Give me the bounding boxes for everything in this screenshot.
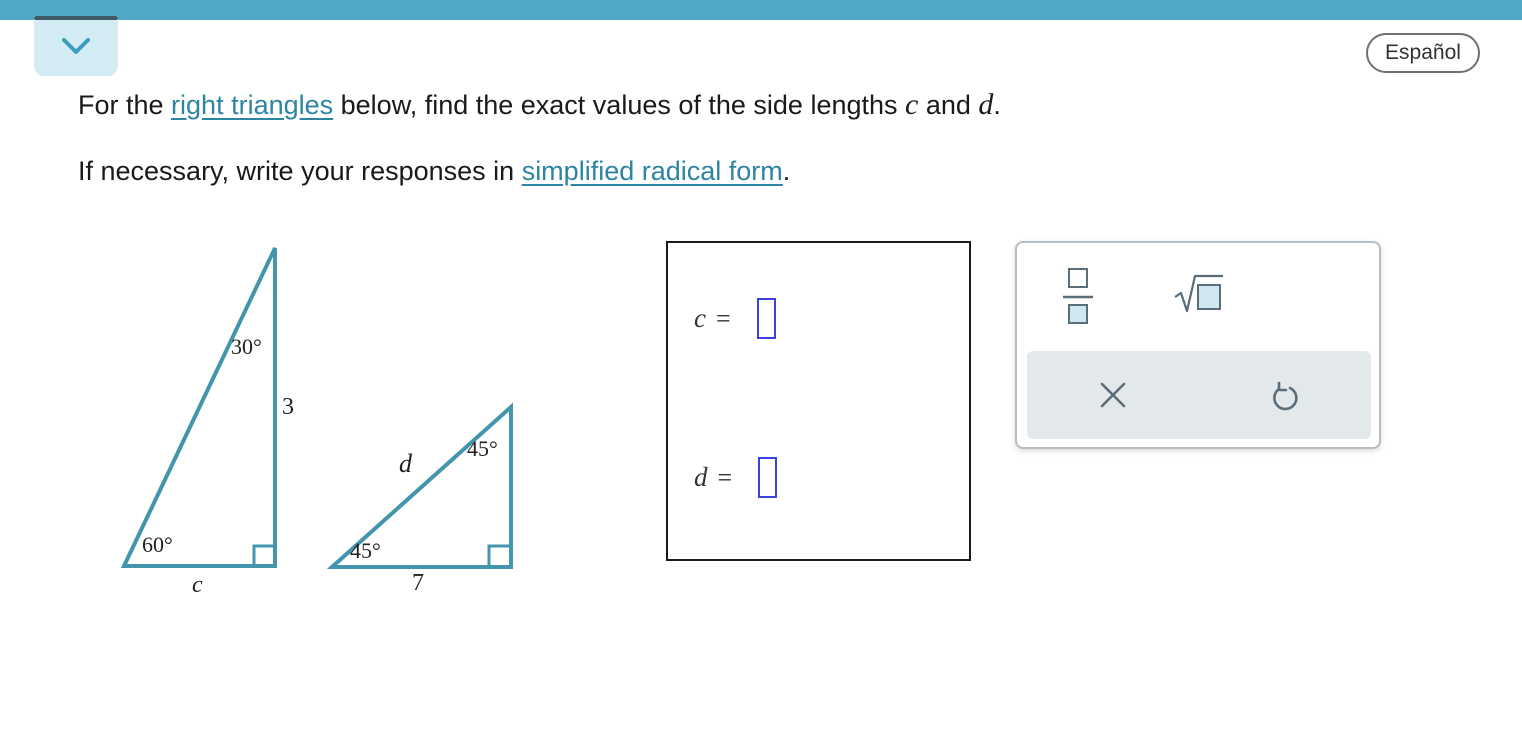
answer-label-d: d <box>694 462 708 492</box>
answer-label-c: c <box>694 303 706 333</box>
equals-sign: = <box>715 303 731 333</box>
triangles-figure: 30° 60° 3 c 45° 45° d 7 <box>120 247 513 598</box>
close-icon <box>1100 382 1126 408</box>
triangle-45-45-90: 45° 45° d 7 <box>326 402 513 596</box>
right-angle-marker <box>252 544 275 566</box>
clear-button[interactable] <box>1099 381 1127 414</box>
question-text: . <box>993 90 1001 120</box>
undo-icon <box>1273 381 1298 411</box>
language-button[interactable]: Español <box>1366 33 1480 73</box>
undo-button[interactable] <box>1269 381 1301 418</box>
side-label-7: 7 <box>412 570 424 596</box>
tool-tray <box>1027 351 1371 439</box>
side-label-d: d <box>399 449 413 478</box>
angle-label-45-bottom: 45° <box>350 538 381 563</box>
question-text: . <box>782 156 791 186</box>
variable-c: c <box>905 88 919 121</box>
c-answer-input[interactable] <box>756 298 776 339</box>
answer-row-c: c = <box>694 298 776 339</box>
fraction-button[interactable] <box>1061 267 1095 330</box>
question-text: and <box>918 90 979 120</box>
square-root-icon <box>1174 274 1223 313</box>
d-answer-input[interactable] <box>758 457 778 498</box>
right-angle-marker <box>487 544 511 567</box>
equals-sign: = <box>717 462 733 492</box>
angle-label-60: 60° <box>142 532 173 557</box>
variable-d: d <box>978 88 994 121</box>
math-toolbox <box>1015 241 1381 449</box>
side-label-c: c <box>192 572 203 598</box>
triangle-30-60-90: 30° 60° 3 c <box>120 247 294 598</box>
fraction-icon <box>1063 268 1093 324</box>
angle-label-30: 30° <box>231 334 262 359</box>
answer-box: c = d = <box>666 241 971 561</box>
angle-label-45-top: 45° <box>467 436 498 461</box>
side-label-3: 3 <box>282 394 294 420</box>
answer-row-d: d = <box>694 457 778 498</box>
square-root-button[interactable] <box>1173 273 1225 320</box>
